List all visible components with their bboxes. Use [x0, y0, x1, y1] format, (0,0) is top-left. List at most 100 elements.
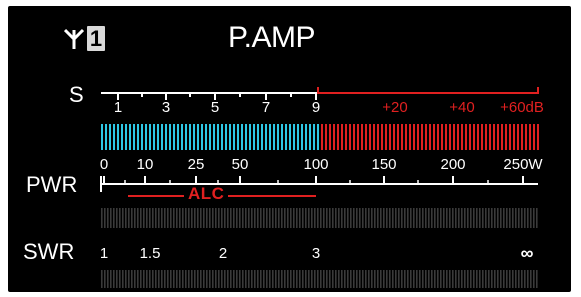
swr-bar-segment [452, 270, 454, 288]
swr-bar-segment [191, 270, 193, 288]
pwr-bar-segment [437, 208, 439, 228]
s-meter-label: S [69, 82, 84, 107]
s-bar-segment [429, 124, 431, 150]
swr-bar-segment [182, 270, 184, 288]
swr-bar-segment [152, 270, 154, 288]
pwr-bar-segment [296, 208, 298, 228]
s-bar-segment [353, 124, 355, 150]
s-bar-segment [409, 124, 411, 150]
antenna-icon [64, 28, 84, 49]
s-bar-segment [105, 124, 107, 150]
s-bar-segment [421, 124, 423, 150]
pwr-bar-segment [215, 208, 217, 228]
swr-bar-segment [512, 270, 514, 288]
pwr-bar-segment [398, 208, 400, 228]
s-bar-segment [129, 124, 131, 150]
pwr-bar-segment [335, 208, 337, 228]
swr-bar-segment [476, 270, 478, 288]
swr-bar-segment [185, 270, 187, 288]
swr-bar-segment [431, 270, 433, 288]
swr-bar-segment [410, 270, 412, 288]
pwr-bar-segment [431, 208, 433, 228]
s-bar-segment [221, 124, 223, 150]
pwr-bar-segment [428, 208, 430, 228]
pwr-bar-segment [485, 208, 487, 228]
s-bar-segment [365, 124, 367, 150]
swr-bar-segment [140, 270, 142, 288]
pwr-bar-segment [116, 208, 118, 228]
swr-bar-segment [449, 270, 451, 288]
s-bar-segment [385, 124, 387, 150]
swr-bar-segment [116, 270, 118, 288]
s-bar-segment [489, 124, 491, 150]
s-bar-segment [125, 124, 127, 150]
s-bar-segment [505, 124, 507, 150]
pwr-bar-segment [389, 208, 391, 228]
pwr-bar-segment [251, 208, 253, 228]
s-bar-segment [373, 124, 375, 150]
pwr-bar-segment [122, 208, 124, 228]
s-bar-segment [437, 124, 439, 150]
swr-bar-segment [206, 270, 208, 288]
s-bar-segment [317, 124, 319, 150]
pwr-bar-segment [197, 208, 199, 228]
swr-bar-segment [293, 270, 295, 288]
pwr-tick-label: 25 [187, 156, 205, 173]
swr-bar-segment [515, 270, 517, 288]
pwr-bar-segment [464, 208, 466, 228]
swr-bar-segment [113, 270, 115, 288]
pwr-bar-segment [443, 208, 445, 228]
s-bar-segment [457, 124, 459, 150]
pwr-bar-segment [206, 208, 208, 228]
swr-bar-segment [179, 270, 181, 288]
s-bar-segment [205, 124, 207, 150]
s-bar-segment [173, 124, 175, 150]
pwr-bar-segment [260, 208, 262, 228]
pwr-bar-segment [293, 208, 295, 228]
s-bar-segment [337, 124, 339, 150]
swr-bar-segment [197, 270, 199, 288]
pwr-bar-segment [371, 208, 373, 228]
swr-bar-segment [353, 270, 355, 288]
swr-bar-segment [149, 270, 151, 288]
swr-bar-segment [407, 270, 409, 288]
display-frame: 1 P.AMP S PWR SWR 1 3 5 7 9 +20 +40 +60d… [0, 0, 581, 297]
pwr-bar-segment [284, 208, 286, 228]
swr-bar-segment [500, 270, 502, 288]
pwr-bar-segment [515, 208, 517, 228]
pwr-bar-segment [353, 208, 355, 228]
swr-bar-segment [119, 270, 121, 288]
s-bar-segment [241, 124, 243, 150]
pwr-bar-segment [230, 208, 232, 228]
pwr-bar-segment [479, 208, 481, 228]
swr-bar-segment [419, 270, 421, 288]
swr-bar-segment [341, 270, 343, 288]
pwr-bar-segment [494, 208, 496, 228]
swr-bar-segment [461, 270, 463, 288]
swr-bar-segment [239, 270, 241, 288]
s-bar-segment [481, 124, 483, 150]
pwr-bar-segment [368, 208, 370, 228]
pwr-bar-segment [239, 208, 241, 228]
swr-bar-segment [221, 270, 223, 288]
pwr-tick-label: 0 [99, 156, 109, 173]
s-bar-segment [121, 124, 123, 150]
pwr-bar-segment [275, 208, 277, 228]
pwr-bar-segment [497, 208, 499, 228]
s-bar-segment [533, 124, 535, 150]
pwr-bar-segment [311, 208, 313, 228]
swr-tick-label: 1.5 [139, 245, 161, 262]
s-bar-segment [397, 124, 399, 150]
antenna-number-badge: 1 [87, 26, 105, 51]
s-bar-segment [329, 124, 331, 150]
pwr-bar-segment [161, 208, 163, 228]
swr-bar-segment [521, 270, 523, 288]
s-bar-segment [273, 124, 275, 150]
pwr-bar-segment [263, 208, 265, 228]
swr-bar-segment [278, 270, 280, 288]
pwr-bar-segment [467, 208, 469, 228]
pwr-bar-segment [506, 208, 508, 228]
swr-bar-segment [479, 270, 481, 288]
s-bar-segment [145, 124, 147, 150]
s-bar-segment [305, 124, 307, 150]
